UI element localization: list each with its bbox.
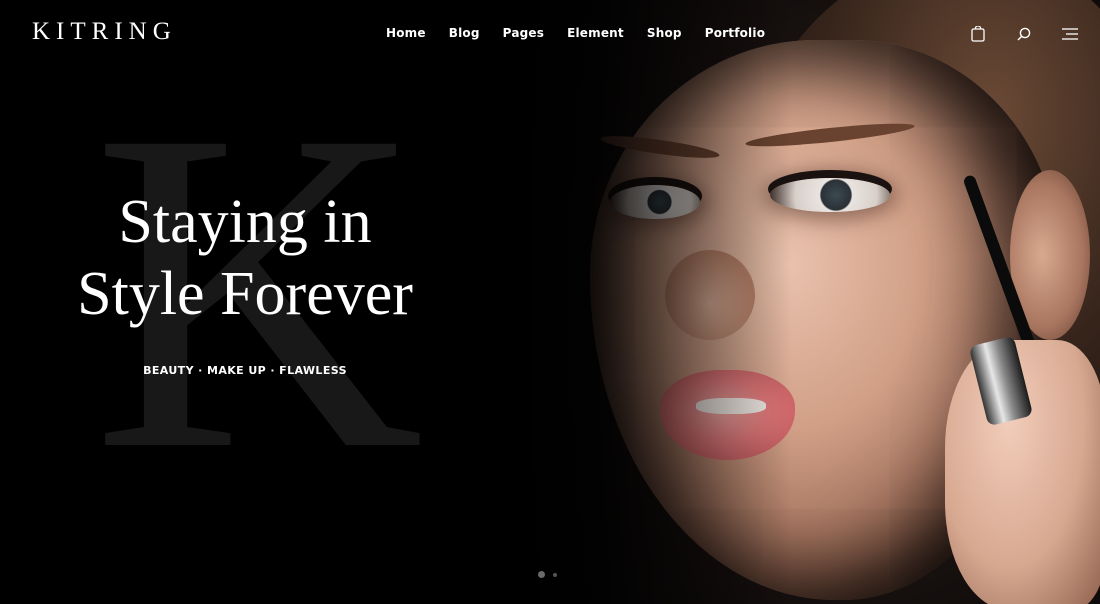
search-icon[interactable]: [1014, 25, 1034, 43]
nav-item-element[interactable]: Element: [567, 26, 624, 40]
slider-pagination: [538, 571, 557, 578]
nav-item-blog[interactable]: Blog: [449, 26, 480, 40]
nav-item-pages[interactable]: Pages: [503, 26, 544, 40]
menu-icon[interactable]: [1060, 25, 1080, 43]
hero-tagline: BEAUTY · MAKE UP · FLAWLESS: [143, 364, 347, 377]
site-logo[interactable]: KITRING: [32, 18, 177, 46]
nav-item-home[interactable]: Home: [386, 26, 426, 40]
hero-headline-line1: Staying in: [118, 188, 372, 256]
main-nav: Home Blog Pages Element Shop Portfolio: [386, 26, 765, 40]
hero-headline: Staying in Style Forever: [20, 186, 470, 330]
nav-item-portfolio[interactable]: Portfolio: [705, 26, 765, 40]
slider-dot[interactable]: [553, 572, 557, 577]
header-actions: [968, 25, 1080, 43]
slider-dot-active[interactable]: [538, 571, 545, 578]
shopping-bag-icon[interactable]: [968, 25, 988, 43]
nav-item-shop[interactable]: Shop: [647, 26, 682, 40]
hero-headline-line2: Style Forever: [77, 260, 413, 328]
